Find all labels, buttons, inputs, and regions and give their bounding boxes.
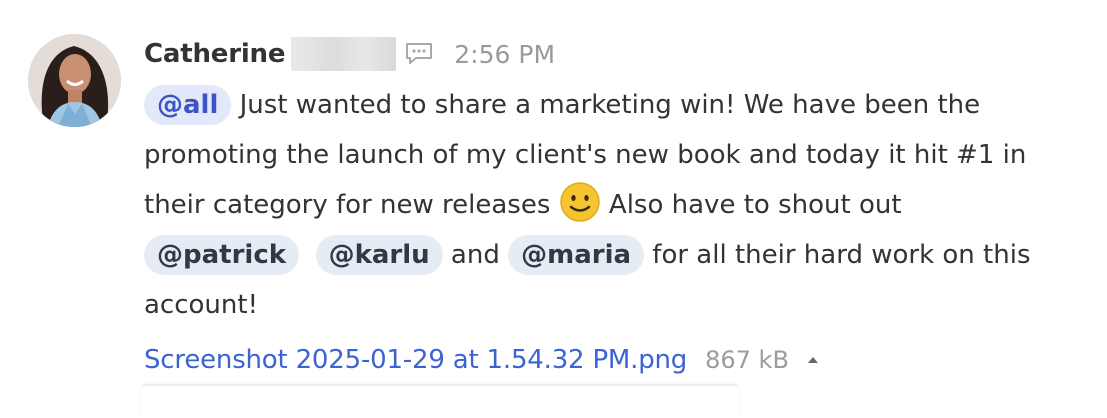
message-header: Catherine 2:56 PM [144, 34, 555, 74]
redacted-surname [291, 37, 397, 71]
mention-maria[interactable]: @maria [508, 235, 645, 275]
mention-patrick[interactable]: @patrick [144, 235, 300, 275]
mention-all[interactable]: @all [144, 85, 232, 125]
message-body: @all Just wanted to share a marketing wi… [144, 80, 1084, 330]
attachment-size: 867 kB [705, 346, 789, 374]
message-text-and: and [442, 240, 509, 270]
mention-karlu[interactable]: @karlu [315, 235, 443, 275]
chat-bubble-icon[interactable] [404, 42, 434, 66]
attachment-preview[interactable] [140, 384, 740, 418]
attachment-row: Screenshot 2025-01-29 at 1.54.32 PM.png … [144, 338, 819, 382]
user-photo-icon [28, 34, 121, 127]
slightly-smiling-face-icon [559, 182, 600, 222]
chat-message: Catherine 2:56 PM @all Just wanted to sh… [0, 0, 1107, 418]
attachment-link[interactable]: Screenshot 2025-01-29 at 1.54.32 PM.png [144, 345, 687, 375]
caret-up-icon[interactable] [807, 356, 819, 364]
avatar[interactable] [28, 34, 121, 127]
message-text-part-2: Also have to shout out [600, 190, 902, 220]
sender-name[interactable]: Catherine [144, 39, 285, 69]
message-timestamp[interactable]: 2:56 PM [454, 40, 555, 69]
